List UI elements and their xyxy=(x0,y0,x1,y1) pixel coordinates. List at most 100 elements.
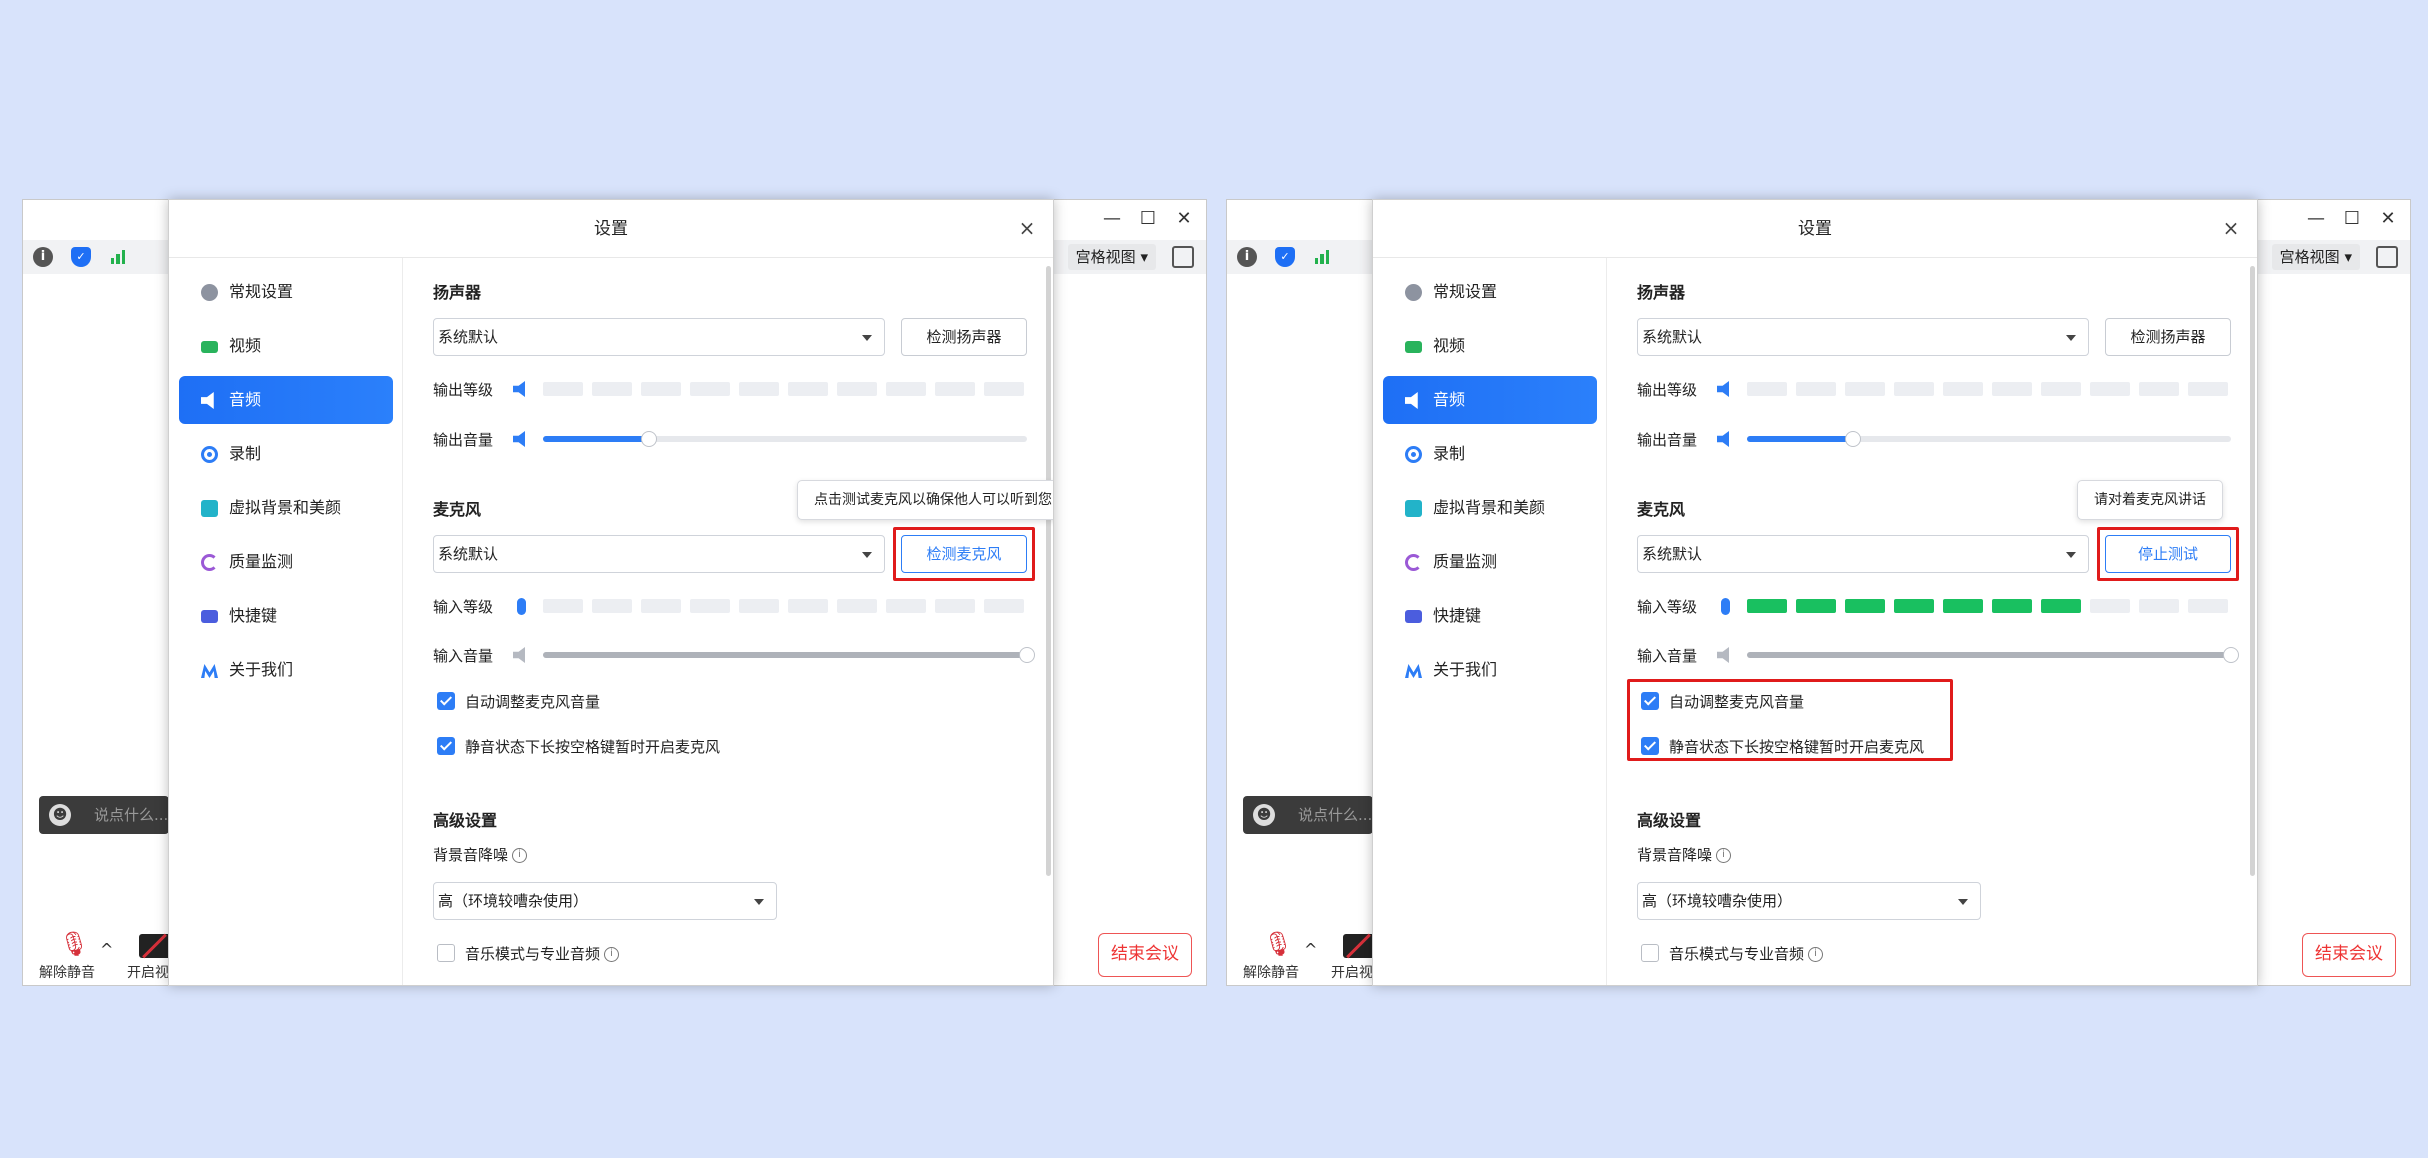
sidebar-item-label: 快捷键 xyxy=(1433,606,1482,625)
view-mode-label: 宫格视图 xyxy=(2279,248,2340,266)
sidebar-item-audio[interactable]: 音频 xyxy=(1383,376,1597,424)
music-mode-label[interactable]: 音乐模式与专业音频 xyxy=(1669,945,1804,963)
sidebar-item-shortcuts[interactable]: 快捷键 xyxy=(1383,592,1597,640)
unmute-label[interactable]: 解除静音 xyxy=(1243,962,1299,982)
info-icon[interactable]: i xyxy=(1237,247,1257,267)
auto-adjust-label[interactable]: 自动调整麦克风音量 xyxy=(465,691,600,712)
sidebar-item-video[interactable]: 视频 xyxy=(1383,322,1597,370)
info-icon[interactable]: i xyxy=(1808,947,1824,962)
gauge-icon xyxy=(201,554,218,571)
view-mode-select[interactable]: 宫格视图 ▾ xyxy=(1067,244,1156,270)
sidebar-item-record[interactable]: 录制 xyxy=(1383,430,1597,478)
window-close-icon[interactable]: ✕ xyxy=(2376,208,2400,229)
test-speaker-button[interactable]: 检测扬声器 xyxy=(2105,318,2231,356)
fullscreen-icon[interactable] xyxy=(2376,246,2398,268)
sidebar-item-background[interactable]: 虚拟背景和美颜 xyxy=(179,484,393,532)
signal-icon[interactable] xyxy=(108,247,128,267)
chat-input[interactable]: ☻ 说点什么... xyxy=(39,796,169,834)
output-volume-slider[interactable] xyxy=(1747,431,2231,447)
chevron-up-icon[interactable]: ^ xyxy=(1304,940,1317,959)
space-unmute-label[interactable]: 静音状态下长按空格键暂时开启麦克风 xyxy=(465,736,720,757)
mic-device-select[interactable]: 系统默认 xyxy=(433,535,885,573)
input-volume-label: 输入音量 xyxy=(433,647,494,665)
minimize-icon[interactable]: — xyxy=(2304,208,2328,229)
settings-dialog: 设置 × 常规设置 视频 音频 录制 虚拟背景和美颜 质量监测 快捷键 关于我们… xyxy=(168,199,1054,986)
level-segment xyxy=(2041,599,2081,613)
mic-device-select[interactable]: 系统默认 xyxy=(1637,535,2089,573)
sidebar-item-audio[interactable]: 音频 xyxy=(179,376,393,424)
output-volume-slider[interactable] xyxy=(543,431,1027,447)
noise-level-select[interactable]: 高（环境较嘈杂使用） xyxy=(433,882,777,920)
maximize-icon[interactable]: ☐ xyxy=(2340,208,2364,229)
info-icon[interactable]: i xyxy=(604,947,620,962)
chevron-up-icon[interactable]: ^ xyxy=(100,940,113,959)
music-mode-label[interactable]: 音乐模式与专业音频 xyxy=(465,945,600,963)
sidebar-item-about[interactable]: 关于我们 xyxy=(179,646,393,694)
level-segment xyxy=(2188,382,2228,396)
sidebar-item-quality[interactable]: 质量监测 xyxy=(179,538,393,586)
input-volume-slider[interactable] xyxy=(1747,647,2239,663)
video-label[interactable]: 开启视 xyxy=(127,962,169,982)
info-icon[interactable]: i xyxy=(1716,848,1732,863)
speaker-volume-icon[interactable] xyxy=(513,431,525,447)
slider-handle[interactable] xyxy=(1019,647,1035,663)
slider-handle[interactable] xyxy=(2223,647,2239,663)
scrollbar[interactable] xyxy=(2250,266,2255,876)
sidebar-item-background[interactable]: 虚拟背景和美颜 xyxy=(1383,484,1597,532)
music-mode-checkbox[interactable] xyxy=(1641,944,1659,962)
mic-muted-icon[interactable]: 🎙 xyxy=(59,930,89,960)
emoji-icon[interactable]: ☻ xyxy=(49,804,71,826)
space-unmute-checkbox[interactable] xyxy=(437,737,455,755)
slider-handle[interactable] xyxy=(1845,431,1862,447)
sidebar-item-label: 视频 xyxy=(229,336,262,355)
sidebar-item-record[interactable]: 录制 xyxy=(179,430,393,478)
mic-volume-icon[interactable] xyxy=(1717,647,1729,663)
window-close-icon[interactable]: ✕ xyxy=(1172,208,1196,229)
maximize-icon[interactable]: ☐ xyxy=(1136,208,1160,229)
info-icon[interactable]: i xyxy=(33,247,53,267)
test-speaker-button[interactable]: 检测扬声器 xyxy=(901,318,1027,356)
shield-icon[interactable]: ✓ xyxy=(1275,247,1295,267)
sidebar-item-general[interactable]: 常规设置 xyxy=(179,268,393,316)
mic-section-title: 麦克风 xyxy=(433,500,482,519)
shield-icon[interactable]: ✓ xyxy=(71,247,91,267)
signal-icon[interactable] xyxy=(1312,247,1332,267)
auto-adjust-checkbox[interactable] xyxy=(437,692,455,710)
fullscreen-icon[interactable] xyxy=(1172,246,1194,268)
sidebar-item-general[interactable]: 常规设置 xyxy=(1383,268,1597,316)
screenshot-panel-right: i ✓ — ☐ ✕ 宫格视图 ▾ ☻ 说点什么... 🎙 ^ 解除静音 开启视 结… xyxy=(1226,199,2411,986)
level-segment xyxy=(984,599,1024,613)
output-level-label: 输出等级 xyxy=(1637,381,1698,399)
slider-handle[interactable] xyxy=(641,431,658,447)
end-meeting-button[interactable]: 结束会议 xyxy=(1098,933,1192,977)
noise-level-select[interactable]: 高（环境较嘈杂使用） xyxy=(1637,882,1981,920)
mic-volume-icon[interactable] xyxy=(513,647,525,663)
close-icon[interactable]: × xyxy=(1015,218,1039,238)
chat-input[interactable]: ☻ 说点什么... xyxy=(1243,796,1373,834)
close-icon[interactable]: × xyxy=(2219,218,2243,238)
mic-muted-icon[interactable]: 🎙 xyxy=(1263,930,1293,960)
music-mode-checkbox[interactable] xyxy=(437,944,455,962)
sidebar-item-label: 质量监测 xyxy=(229,552,294,571)
scrollbar[interactable] xyxy=(1046,266,1051,876)
mic-section-title: 麦克风 xyxy=(1637,500,1686,519)
input-volume-slider[interactable] xyxy=(543,647,1035,663)
video-label[interactable]: 开启视 xyxy=(1331,962,1373,982)
sidebar-item-shortcuts[interactable]: 快捷键 xyxy=(179,592,393,640)
speaker-volume-icon[interactable] xyxy=(1717,431,1729,447)
mic-test-tooltip: 点击测试麦克风以确保他人可以听到您的声音 xyxy=(797,480,1053,520)
noise-level-value: 高（环境较嘈杂使用） xyxy=(438,892,589,910)
highlight-box xyxy=(2097,527,2239,581)
emoji-icon[interactable]: ☻ xyxy=(1253,804,1275,826)
view-mode-select[interactable]: 宫格视图 ▾ xyxy=(2271,244,2360,270)
sidebar-item-about[interactable]: 关于我们 xyxy=(1383,646,1597,694)
sidebar-item-quality[interactable]: 质量监测 xyxy=(1383,538,1597,586)
sidebar-item-video[interactable]: 视频 xyxy=(179,322,393,370)
info-icon[interactable]: i xyxy=(512,848,528,863)
minimize-icon[interactable]: — xyxy=(1100,208,1124,229)
end-meeting-button[interactable]: 结束会议 xyxy=(2302,933,2396,977)
sidebar-item-label: 常规设置 xyxy=(1433,282,1498,301)
speaker-device-select[interactable]: 系统默认 xyxy=(433,318,885,356)
unmute-label[interactable]: 解除静音 xyxy=(39,962,95,982)
speaker-device-select[interactable]: 系统默认 xyxy=(1637,318,2089,356)
